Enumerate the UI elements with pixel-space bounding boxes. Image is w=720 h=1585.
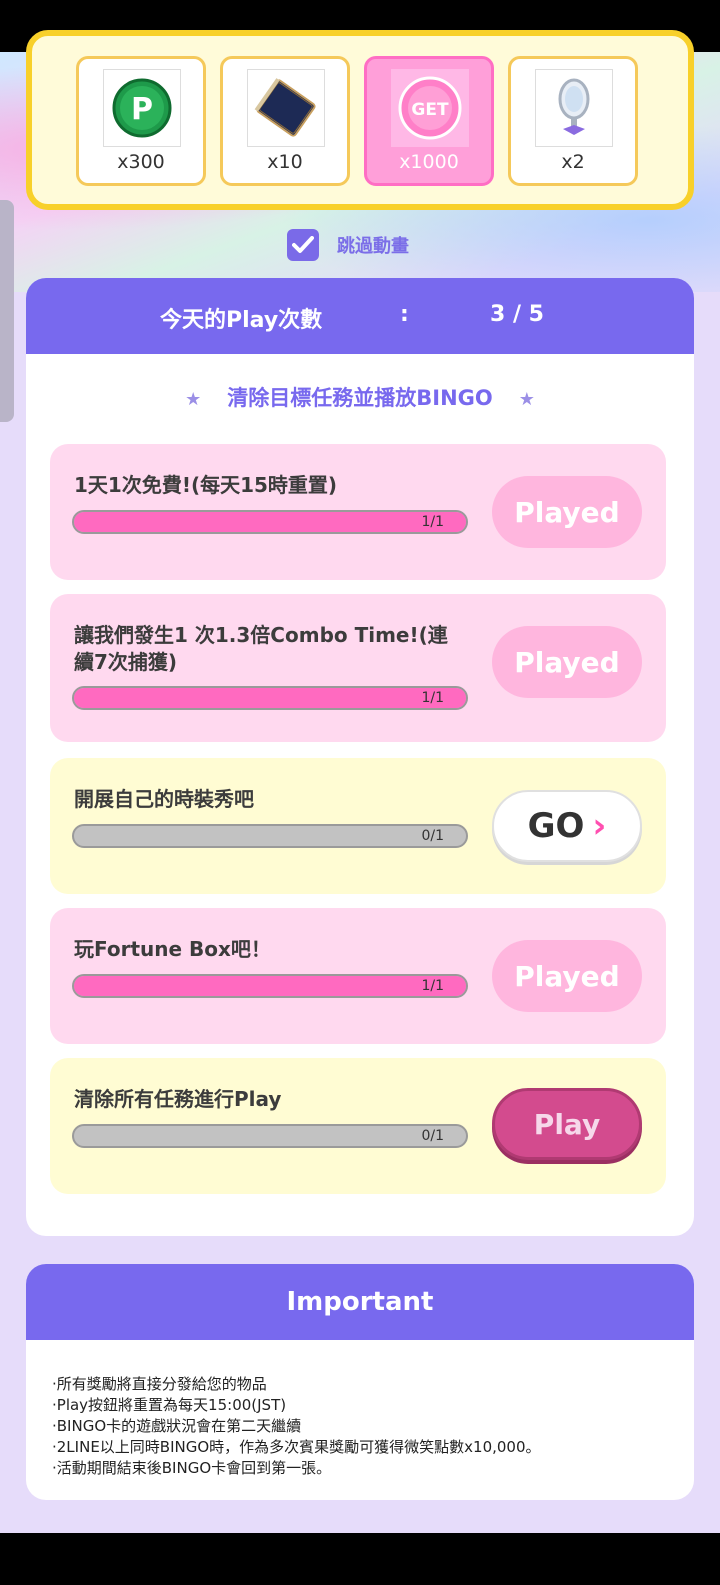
get-badge-icon: GET bbox=[398, 76, 462, 140]
mission-item: 讓我們發生1 次1.3倍Combo Time!(連續7次捕獲) 1/1 Play… bbox=[50, 594, 666, 742]
reward-image: P bbox=[103, 69, 181, 147]
progress-fill bbox=[74, 688, 466, 708]
book-icon bbox=[254, 78, 316, 137]
mission-item: 清除所有任務進行Play 0/1 Play bbox=[50, 1058, 666, 1194]
important-item: ·所有獎勵將直接分發給您的物品 bbox=[52, 1375, 267, 1393]
navigation-bar bbox=[0, 1533, 720, 1585]
mission-card: 今天的Play次數 : 3 / 5 ★ 清除目標任務並播放BINGO ★ 1天1次免… bbox=[26, 278, 694, 1236]
svg-text:GET: GET bbox=[411, 100, 449, 120]
reward-slot-p-coin[interactable]: P x300 bbox=[76, 56, 206, 186]
progress-text: 0/1 bbox=[421, 1128, 444, 1144]
play-count-label: 今天的Play次數 bbox=[160, 308, 323, 333]
played-button[interactable]: Played bbox=[492, 940, 642, 1012]
important-item: ·Play按鈕將重置為每天15:00(JST) bbox=[52, 1396, 287, 1414]
mission-text: 玩Fortune Box吧！ bbox=[74, 937, 271, 961]
reward-slot-get[interactable]: GET x1000 bbox=[364, 56, 494, 186]
mission-progress-bar: 1/1 bbox=[72, 974, 468, 998]
reward-quantity: x300 bbox=[117, 151, 165, 173]
play-count-value: 3 / 5 bbox=[490, 302, 544, 327]
play-button[interactable]: Play bbox=[492, 1088, 642, 1160]
important-item: ·活動期間結束後BINGO卡會回到第一張。 bbox=[52, 1459, 332, 1477]
reward-image: GET bbox=[391, 69, 469, 147]
rewards-panel: P x300 x10 GET x1000 x2 bbox=[26, 30, 694, 210]
played-button[interactable]: Played bbox=[492, 626, 642, 698]
star-icon: ★ bbox=[518, 389, 535, 410]
mission-item: 玩Fortune Box吧！ 1/1 Played bbox=[50, 908, 666, 1044]
important-item: ·BINGO卡的遊戲狀況會在第二天繼續 bbox=[52, 1417, 302, 1435]
reward-image bbox=[247, 69, 325, 147]
reward-slot-book[interactable]: x10 bbox=[220, 56, 350, 186]
important-card: Important ·所有獎勵將直接分發給您的物品 ·Play按鈕將重置為每天1… bbox=[26, 1264, 694, 1500]
progress-text: 0/1 bbox=[421, 828, 444, 844]
go-button-label: GO bbox=[527, 806, 585, 846]
skip-animation-checkbox[interactable] bbox=[287, 229, 319, 261]
reward-quantity: x10 bbox=[267, 151, 303, 173]
reward-image bbox=[535, 69, 613, 147]
mission-text: 讓我們發生1 次1.3倍Combo Time!(連續7次捕獲) bbox=[74, 623, 448, 674]
mission-text: 開展自己的時裝秀吧 bbox=[74, 787, 254, 811]
mission-text: 1天1次免費!(每天15時重置) bbox=[74, 473, 338, 497]
svg-text:P: P bbox=[131, 92, 153, 127]
side-handle[interactable] bbox=[0, 200, 14, 422]
mission-progress-bar: 0/1 bbox=[72, 824, 468, 848]
mission-progress-bar: 0/1 bbox=[72, 1124, 468, 1148]
mission-subtitle-text: 清除目標任務並播放BINGO bbox=[227, 386, 493, 410]
mission-subtitle: ★ 清除目標任務並播放BINGO ★ bbox=[26, 382, 694, 412]
reward-slot-mirror[interactable]: x2 bbox=[508, 56, 638, 186]
go-button[interactable]: GO › bbox=[492, 790, 642, 862]
hand-mirror-icon bbox=[558, 78, 590, 135]
checkmark-icon bbox=[292, 236, 314, 253]
played-button[interactable]: Played bbox=[492, 476, 642, 548]
p-coin-icon: P bbox=[112, 78, 172, 138]
star-icon: ★ bbox=[185, 389, 202, 410]
progress-fill bbox=[74, 512, 466, 532]
progress-fill bbox=[74, 976, 466, 996]
play-count-colon: : bbox=[400, 302, 409, 327]
progress-text: 1/1 bbox=[421, 978, 444, 994]
play-count-header: 今天的Play次數 : 3 / 5 bbox=[26, 278, 694, 354]
mission-text: 清除所有任務進行Play bbox=[74, 1087, 282, 1111]
skip-animation-row[interactable]: 跳過動畫 bbox=[287, 228, 409, 262]
reward-quantity: x1000 bbox=[399, 151, 459, 173]
skip-animation-label: 跳過動畫 bbox=[337, 236, 409, 257]
important-title: Important bbox=[26, 1264, 694, 1340]
reward-quantity: x2 bbox=[561, 151, 585, 173]
progress-text: 1/1 bbox=[421, 690, 444, 706]
mission-progress-bar: 1/1 bbox=[72, 686, 468, 710]
mission-item: 開展自己的時裝秀吧 0/1 GO › bbox=[50, 758, 666, 894]
important-list: ·所有獎勵將直接分發給您的物品 ·Play按鈕將重置為每天15:00(JST) … bbox=[52, 1374, 672, 1479]
mission-progress-bar: 1/1 bbox=[72, 510, 468, 534]
chevron-right-icon: › bbox=[592, 806, 607, 846]
mission-item: 1天1次免費!(每天15時重置) 1/1 Played bbox=[50, 444, 666, 580]
progress-text: 1/1 bbox=[421, 514, 444, 530]
important-item: ·2LINE以上同時BINGO時，作為多次賓果獎勵可獲得微笑點數x10,000。 bbox=[52, 1438, 541, 1456]
